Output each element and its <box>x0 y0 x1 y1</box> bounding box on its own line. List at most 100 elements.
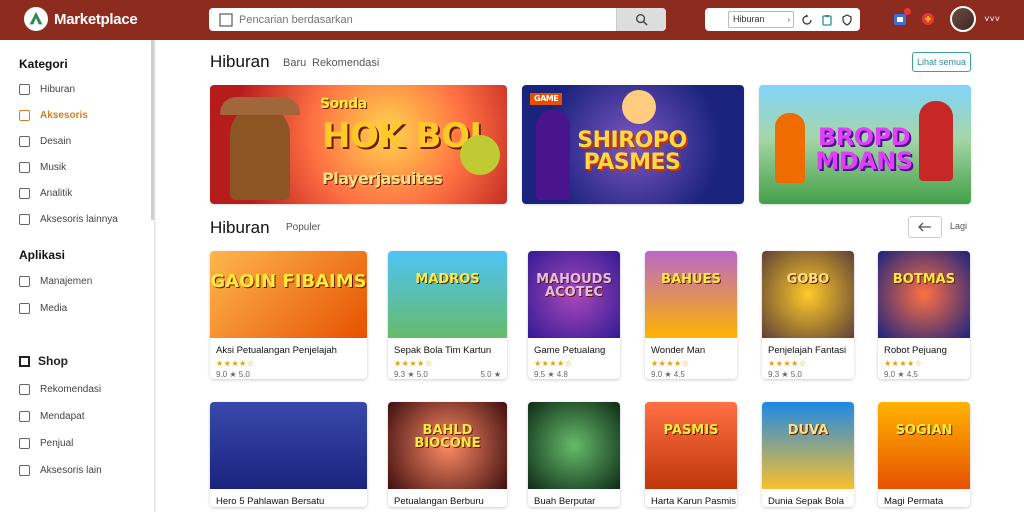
app-card[interactable]: PASMIS Harta Karun Pasmis <box>645 402 737 507</box>
app-card[interactable]: GAOIN FIBAIMS Aksi Petualangan Penjelajah… <box>210 251 367 379</box>
app-card-meta-left: 9.5 ★ 4.8 <box>534 370 568 379</box>
top-right-actions: ˅˅˅ <box>880 6 1000 32</box>
sidebar-item-label: Aksesoris lain <box>40 465 102 476</box>
sidebar-item[interactable]: Aksesoris lainnya <box>19 214 118 225</box>
app-card-art-title: BAHUES <box>661 272 721 287</box>
app-card[interactable]: BAHUES Wonder Man ★★★★☆ 9.0 ★ 4.5 <box>645 251 737 379</box>
app-card[interactable]: SOGIAN Magi Permata <box>878 402 970 507</box>
app-card-name: Aksi Petualangan Penjelajah <box>216 345 337 356</box>
user-menu-chevron[interactable]: ˅˅˅ <box>984 14 1000 24</box>
alert-icon[interactable] <box>920 11 936 27</box>
app-card-thumbnail: BOTMAS <box>878 251 970 338</box>
sidebar-heading-shop: Shop <box>19 354 68 368</box>
sidebar-item[interactable]: Mendapat <box>19 411 84 422</box>
app-card-name: Buah Berputar <box>534 496 596 507</box>
search-input[interactable] <box>239 13 624 26</box>
app-card-name: Harta Karun Pasmis <box>651 496 737 507</box>
app-card-rating: ★★★★☆ <box>651 359 690 368</box>
scroll-left-button[interactable] <box>908 216 942 238</box>
app-card[interactable]: MAHOUDS ACOTEC Game Petualang ★★★★☆ 9.5 ★ 4… <box>528 251 620 379</box>
sidebar-item[interactable]: Musik <box>19 162 66 173</box>
banner-subtitle: Playerjasuites <box>322 169 443 188</box>
banner-tag: GAME <box>530 93 563 105</box>
refresh-icon[interactable] <box>800 13 814 27</box>
sidebar-item-label: Mendapat <box>40 411 85 422</box>
sidebar-scrollbar[interactable] <box>151 40 154 220</box>
app-card-thumbnail <box>528 402 620 489</box>
sidebar-item[interactable]: Rekomendasi <box>19 384 101 395</box>
sidebar-item[interactable]: Desain <box>19 136 71 147</box>
tab-new[interactable]: Baru <box>283 57 306 69</box>
app-card-art-title: MADROS <box>415 272 480 287</box>
sidebar-item-label: Penjual <box>40 438 74 449</box>
app-card-name: Robot Pejuang <box>884 345 947 356</box>
sidebar-item-label: Musik <box>40 162 67 173</box>
app-card-name: Hero 5 Pahlawan Bersatu <box>216 496 325 507</box>
app-logo[interactable]: Marketplace <box>24 7 138 31</box>
clipboard-icon[interactable] <box>820 13 834 27</box>
sidebar-item-label: Analitik <box>40 188 73 199</box>
app-card-thumbnail: GAOIN FIBAIMS <box>210 251 367 338</box>
sidebar: Kategori Hiburan Aksesoris Desain Musik Anal… <box>0 40 155 512</box>
main-content: Hiburan Baru Rekomendasi Lihat semua Son… <box>156 40 1024 512</box>
notification-badge <box>904 8 912 15</box>
checkbox-icon <box>19 136 30 147</box>
banner-card[interactable]: BROPD MDANS <box>759 85 971 204</box>
sidebar-item[interactable]: Penjual <box>19 438 73 449</box>
search-icon <box>219 12 233 27</box>
app-card-name: Game Petualang <box>534 345 606 356</box>
sidebar-item[interactable]: Hiburan <box>19 84 75 95</box>
sidebar-item-label: Manajemen <box>40 276 93 287</box>
sidebar-item-label: Aksesoris lainnya <box>40 214 118 225</box>
checkbox-icon <box>19 110 30 121</box>
checkbox-icon <box>19 276 30 287</box>
app-card[interactable]: DUVA Dunia Sepak Bola <box>762 402 854 507</box>
sidebar-heading-category: Kategori <box>19 57 68 71</box>
checkbox-icon <box>19 384 30 395</box>
app-card-name: Penjelajah Fantasi <box>768 345 847 356</box>
app-card-meta: 9.0 ★ 5.0 <box>210 368 367 379</box>
app-card[interactable]: BAHLD BIOCONE Petualangan Berburu <box>388 402 507 507</box>
app-card-meta-left: 9.0 ★ 4.5 <box>651 370 685 379</box>
banner-title: HOK BOI <box>322 116 482 156</box>
search-bar <box>209 8 666 31</box>
see-all-button[interactable]: Lihat semua <box>912 52 971 72</box>
banner-character <box>230 105 290 200</box>
app-card[interactable]: Hero 5 Pahlawan Bersatu <box>210 402 367 507</box>
tab-recommended[interactable]: Rekomendasi <box>312 57 379 69</box>
magnifier-icon <box>635 13 648 26</box>
app-card[interactable]: GOBO Penjelajah Fantasi ★★★★☆ 9.3 ★ 5.0 <box>762 251 854 379</box>
app-card-meta-left: 9.3 ★ 5.0 <box>394 370 428 379</box>
app-card-meta: 9.5 ★ 4.8 <box>528 368 620 379</box>
app-card-art-title: SOGIAN <box>895 423 953 438</box>
checkbox-icon <box>19 438 30 449</box>
sidebar-item[interactable]: Analitik <box>19 188 72 199</box>
sidebar-heading-apps: Aplikasi <box>19 248 66 262</box>
banner-card[interactable]: GAME SHIROPO PASMES <box>522 85 744 204</box>
app-card-thumbnail: BAHLD BIOCONE <box>388 402 507 489</box>
sidebar-item[interactable]: Aksesoris lain <box>19 465 102 476</box>
category-select[interactable]: Hiburan › <box>728 11 794 28</box>
notification-icon[interactable] <box>892 8 912 27</box>
checkbox-icon <box>19 188 30 199</box>
app-card[interactable]: Buah Berputar <box>528 402 620 507</box>
more-link[interactable]: Lagi <box>950 221 967 231</box>
sidebar-item[interactable]: Media <box>19 303 67 314</box>
app-card-art-title: GOBO <box>786 272 830 287</box>
banner-card[interactable]: Sonda HOK BOI Playerjasuites <box>210 85 507 204</box>
sidebar-item[interactable]: Manajemen <box>19 276 92 287</box>
sidebar-item-label: Aksesoris <box>40 110 88 121</box>
app-card[interactable]: BOTMAS Robot Pejuang ★★★★☆ 9.0 ★ 4.5 <box>878 251 970 379</box>
sidebar-item[interactable]: Aksesoris <box>19 110 88 121</box>
app-card-art-title: BOTMAS <box>892 272 956 287</box>
checkbox-icon <box>19 84 30 95</box>
app-card-rating: ★★★★☆ <box>884 359 923 368</box>
arrow-left-icon <box>918 222 931 232</box>
banner-character <box>919 101 953 181</box>
section-subtitle-popular: Populer <box>286 222 321 233</box>
search-button[interactable] <box>616 8 666 31</box>
app-card-art-title: BAHLD BIOCONE <box>414 423 481 451</box>
avatar[interactable] <box>950 6 977 32</box>
shield-icon[interactable] <box>840 13 854 27</box>
app-card[interactable]: MADROS Sepak Bola Tim Kartun ★★★★☆ 9.3 ★ 5.… <box>388 251 507 379</box>
